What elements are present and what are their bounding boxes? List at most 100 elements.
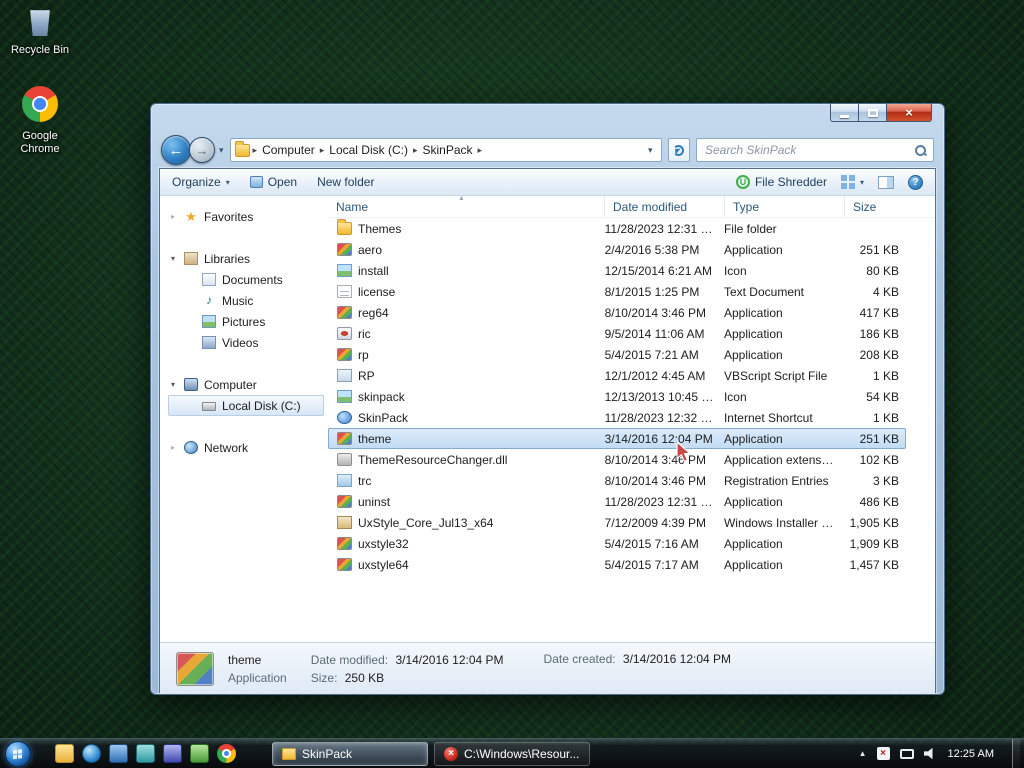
sidebar-item-local-disk-c[interactable]: Local Disk (C:) <box>168 395 324 416</box>
desktop-icon-recycle-bin[interactable]: Recycle Bin <box>4 6 76 57</box>
file-date-modified: 12/15/2014 6:21 AM <box>604 263 713 278</box>
app-blue-taskbar-icon[interactable] <box>109 744 128 763</box>
organize-button[interactable]: Organize ▾ <box>172 175 230 189</box>
file-name: ThemeResourceChanger.dll <box>358 452 508 467</box>
taskbar-button-windows-resour[interactable]: × C:\Windows\Resour... <box>434 741 590 766</box>
file-row-uxstyle64[interactable]: uxstyle64 5/4/2015 7:17 AM Application 1,45… <box>328 554 906 575</box>
file-row-themes[interactable]: Themes 11/28/2023 12:31 … File folder <box>328 218 906 239</box>
file-name: ric <box>358 326 371 341</box>
expand-arrow-icon[interactable]: ▸ <box>171 443 184 452</box>
volume-icon[interactable] <box>923 747 933 760</box>
app-teal-taskbar-icon[interactable] <box>136 744 155 763</box>
file-row-theme[interactable]: theme 3/14/2016 12:04 PM Application 251 KB <box>328 428 906 449</box>
file-row-reg64[interactable]: reg64 8/10/2014 3:46 PM Application 417 KB <box>328 302 906 323</box>
file-row-rp[interactable]: RP 12/1/2012 4:45 AM VBScript Script File 1… <box>328 365 906 386</box>
title-bar[interactable]: × <box>151 104 944 132</box>
collapse-arrow-icon[interactable]: ▾ <box>171 254 184 263</box>
expand-arrow-icon[interactable]: ▸ <box>171 212 184 221</box>
file-row-install[interactable]: install 12/15/2014 6:21 AM Icon 80 KB <box>328 260 906 281</box>
back-button[interactable]: ← <box>161 135 191 165</box>
main-area: ▸ ★ Favorites ▾ Libraries Documents ♪ Music Pict… <box>160 196 935 642</box>
sidebar-item-music[interactable]: ♪ Music <box>168 290 324 311</box>
file-type: VBScript Script File <box>723 368 828 383</box>
file-row-ric[interactable]: ric 9/5/2014 11:06 AM Application 186 KB <box>328 323 906 344</box>
app-indigo-taskbar-icon[interactable] <box>163 744 182 763</box>
refresh-button[interactable] <box>667 138 690 162</box>
file-size: 1 KB <box>872 368 899 383</box>
sidebar-item-pictures[interactable]: Pictures <box>168 311 324 332</box>
sidebar-item-documents[interactable]: Documents <box>168 269 324 290</box>
column-header-date-modified[interactable]: Date modified <box>605 196 725 217</box>
display-settings-icon[interactable] <box>899 748 914 759</box>
file-icon-app <box>337 432 352 445</box>
chrome-taskbar-icon[interactable] <box>217 744 236 763</box>
file-row-themeresourcechanger-dll[interactable]: ThemeResourceChanger.dll 8/10/2014 3:46 P… <box>328 449 906 470</box>
app-green-taskbar-icon[interactable] <box>190 744 209 763</box>
details-file-name: theme <box>228 652 262 667</box>
taskbar-button-skinpack[interactable]: SkinPack <box>272 741 428 766</box>
column-header-type[interactable]: Type <box>725 196 845 217</box>
help-button[interactable]: ? <box>908 174 923 190</box>
details-size: Size: 250 KB <box>310 670 385 685</box>
file-row-uxstyle32[interactable]: uxstyle32 5/4/2015 7:16 AM Application 1,90… <box>328 533 906 554</box>
close-button[interactable]: × <box>887 104 932 122</box>
file-type: Internet Shortcut <box>723 410 813 425</box>
show-hidden-icons-button[interactable]: ▲ <box>859 749 867 758</box>
desktop-icon-google-chrome[interactable]: Google Chrome <box>4 86 76 155</box>
sidebar-item-network[interactable]: ▸ Network <box>168 437 324 458</box>
maximize-button[interactable] <box>859 104 887 122</box>
breadcrumb-skinpack[interactable]: SkinPack <box>419 143 477 157</box>
tray-error-icon[interactable]: × <box>876 747 890 760</box>
clock[interactable]: 12:25 AM <box>948 748 994 760</box>
back-icon: ← <box>168 141 184 159</box>
search-box[interactable] <box>696 138 934 162</box>
open-button[interactable]: Open <box>249 175 297 189</box>
file-shredder-button[interactable]: U File Shredder <box>735 175 827 189</box>
start-button[interactable] <box>5 740 31 767</box>
file-row-license[interactable]: license 8/1/2015 1:25 PM Text Document 4 KB <box>328 281 906 302</box>
file-shredder-label: File Shredder <box>754 175 827 189</box>
column-header-name[interactable]: Name <box>328 196 605 217</box>
media-player-taskbar-icon[interactable] <box>82 744 101 763</box>
file-row-trc[interactable]: trc 8/10/2014 3:46 PM Registration Entries… <box>328 470 906 491</box>
file-icon-txt <box>337 285 352 298</box>
explorer-taskbar-icon[interactable] <box>55 744 74 763</box>
address-bar[interactable]: ▸ Computer ▸ Local Disk (C:) ▸ SkinPack … <box>229 138 662 162</box>
new-folder-label: New folder <box>317 175 375 189</box>
collapse-arrow-icon[interactable]: ▾ <box>171 380 184 389</box>
sidebar-item-videos[interactable]: Videos <box>168 332 324 353</box>
file-icon-app <box>337 558 352 571</box>
minimize-button[interactable] <box>830 104 859 122</box>
recent-pages-dropdown[interactable]: ▾ <box>219 145 224 156</box>
sidebar-item-label: Libraries <box>204 251 251 266</box>
new-folder-button[interactable]: New folder <box>317 175 374 189</box>
sidebar-item-libraries[interactable]: ▾ Libraries <box>168 248 324 269</box>
breadcrumb-local-disk-c[interactable]: Local Disk (C:) <box>325 143 412 157</box>
sidebar-item-computer[interactable]: ▾ Computer <box>168 374 324 395</box>
file-row-skinpack[interactable]: skinpack 12/13/2013 10:45 … Icon 54 KB <box>328 386 906 407</box>
file-name: rp <box>358 347 369 362</box>
address-dropdown-icon[interactable]: ▾ <box>644 145 657 156</box>
file-size: 1,905 KB <box>849 515 899 530</box>
file-type: Application <box>723 557 783 572</box>
file-list-body: Themes 11/28/2023 12:31 … File folder aero 2… <box>328 218 935 575</box>
show-desktop-button[interactable] <box>1012 738 1020 768</box>
sidebar-item-favorites[interactable]: ▸ ★ Favorites <box>168 206 324 227</box>
breadcrumb-computer[interactable]: Computer <box>258 143 319 157</box>
file-date-modified: 9/5/2014 11:06 AM <box>604 326 705 341</box>
file-size: 486 KB <box>859 494 899 509</box>
file-row-uxstyle-core-jul13-x64[interactable]: UxStyle_Core_Jul13_x64 7/12/2009 4:39 PM W… <box>328 512 906 533</box>
file-row-skinpack[interactable]: SkinPack 11/28/2023 12:32 … Internet Short… <box>328 407 906 428</box>
window-content: Organize ▾ Open New folder U File Shredd… <box>159 168 936 694</box>
file-name: uninst <box>358 494 391 509</box>
file-type: File folder <box>723 221 777 236</box>
preview-pane-button[interactable] <box>878 175 894 189</box>
search-input[interactable] <box>703 142 914 158</box>
chevron-down-icon: ▾ <box>859 177 864 187</box>
column-header-size[interactable]: Size <box>845 196 915 217</box>
file-row-aero[interactable]: aero 2/4/2016 5:38 PM Application 251 KB <box>328 239 906 260</box>
file-row-rp[interactable]: rp 5/4/2015 7:21 AM Application 208 KB <box>328 344 906 365</box>
change-view-button[interactable]: ▾ <box>840 175 864 189</box>
forward-button[interactable]: → <box>189 137 215 163</box>
file-row-uninst[interactable]: uninst 11/28/2023 12:31 … Application 486 K… <box>328 491 906 512</box>
